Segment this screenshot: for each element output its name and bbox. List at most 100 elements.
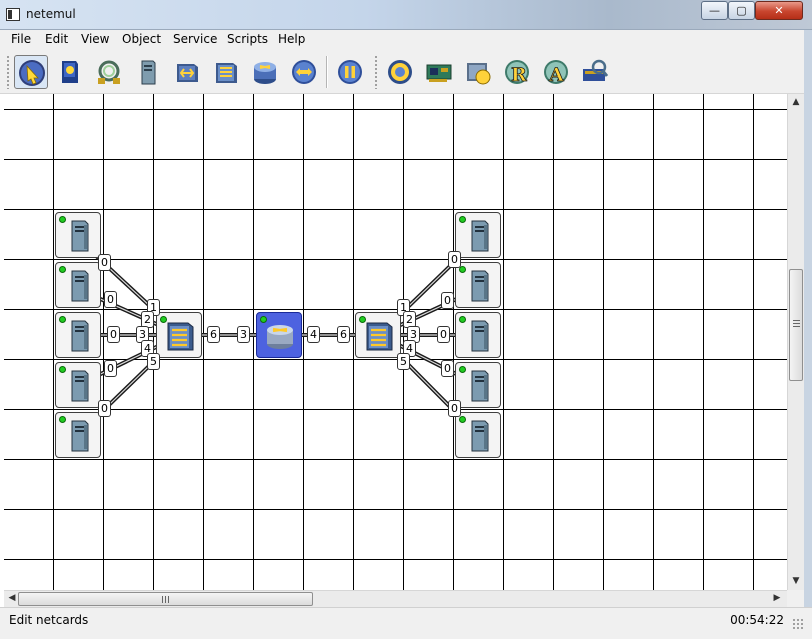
hub-icon (177, 64, 198, 82)
menu-scripts[interactable]: Scripts (227, 32, 268, 46)
scroll-up-arrow[interactable]: ▲ (789, 97, 803, 107)
note-tool-button[interactable] (53, 55, 87, 89)
port-label[interactable]: 0 (448, 251, 461, 268)
minimize-button[interactable]: — (701, 1, 728, 20)
port-label[interactable]: 5 (397, 353, 410, 370)
title-bar[interactable]: netemul — ▢ ✕ (0, 0, 812, 30)
computer-icon (471, 370, 489, 402)
toolbar-grip-2[interactable] (374, 55, 378, 89)
scroll-grip (793, 320, 800, 328)
rip-tool-button[interactable]: R (500, 55, 534, 89)
menu-help[interactable]: Help (278, 32, 305, 46)
port-label[interactable]: 0 (104, 360, 117, 377)
send-icon (292, 60, 316, 84)
computer-icon (71, 420, 89, 452)
computer-node[interactable] (455, 212, 501, 258)
table-tool-button[interactable] (578, 55, 612, 89)
menu-edit[interactable]: Edit (45, 32, 68, 46)
horizontal-scroll-thumb[interactable] (18, 592, 313, 606)
vertical-scroll-thumb[interactable] (789, 269, 803, 381)
letter-r-icon: R (505, 60, 529, 86)
status-time: 00:54:22 (730, 613, 784, 627)
computer-node[interactable] (455, 312, 501, 358)
settings-tool-button[interactable] (383, 55, 417, 89)
toolbar-grip[interactable] (6, 55, 10, 89)
switch-tool-button[interactable] (209, 55, 243, 89)
computer-icon (471, 270, 489, 302)
computer-node[interactable] (55, 212, 101, 258)
window-frame (804, 30, 812, 639)
computer-icon (141, 60, 156, 85)
menu-service[interactable]: Service (173, 32, 217, 46)
computer-node[interactable] (55, 412, 101, 458)
menu-file[interactable]: File (11, 32, 31, 46)
status-message: Edit netcards (9, 613, 89, 627)
switch-node[interactable] (156, 312, 202, 358)
computer-node[interactable] (55, 262, 101, 308)
resize-grip[interactable] (792, 618, 804, 630)
router-tool-button[interactable] (248, 55, 282, 89)
port-label[interactable]: 0 (441, 292, 454, 309)
port-label[interactable]: 0 (441, 360, 454, 377)
computer-node[interactable] (55, 312, 101, 358)
port-label[interactable]: 0 (98, 254, 111, 271)
maximize-button[interactable]: ▢ (728, 1, 755, 20)
computer-node[interactable] (455, 262, 501, 308)
port-label[interactable]: 0 (437, 326, 450, 343)
netcard-tool-button[interactable] (422, 55, 456, 89)
computer-icon (71, 370, 89, 402)
port-label[interactable]: 0 (98, 400, 111, 417)
send-tool-button[interactable] (287, 55, 321, 89)
toolbar-separator (326, 56, 328, 88)
router-node[interactable] (256, 312, 302, 358)
switch-icon (167, 322, 194, 351)
horizontal-scrollbar[interactable]: ◀ ▶ (4, 590, 787, 607)
hub-tool-button[interactable] (170, 55, 204, 89)
scroll-down-arrow[interactable]: ▼ (789, 576, 803, 586)
close-button[interactable]: ✕ (755, 1, 803, 20)
switch-icon (366, 322, 393, 351)
svg-text:R: R (511, 64, 527, 86)
computer-icon (471, 220, 489, 252)
port-label[interactable]: 6 (337, 326, 350, 343)
toolbar: R A (0, 50, 812, 94)
pointer-icon (19, 60, 45, 86)
status-bar: Edit netcards 00:54:22 (0, 607, 812, 639)
program-tool-button[interactable] (461, 55, 495, 89)
window-title: netemul (26, 7, 76, 21)
scroll-corner (787, 590, 804, 607)
computer-icon (71, 320, 89, 352)
scroll-left-arrow[interactable]: ◀ (5, 593, 19, 603)
cable-icon (98, 60, 120, 84)
app-window: netemul — ▢ ✕ File Edit View Object Serv… (0, 0, 812, 639)
menu-view[interactable]: View (81, 32, 109, 46)
pause-icon (338, 60, 362, 84)
cable-tool-button[interactable] (92, 55, 126, 89)
computer-tool-button[interactable] (131, 55, 165, 89)
switch-node[interactable] (355, 312, 401, 358)
port-label[interactable]: 3 (237, 326, 250, 343)
computer-icon (71, 220, 89, 252)
program-icon (467, 63, 491, 85)
computer-node[interactable] (55, 362, 101, 408)
port-label[interactable]: 4 (307, 326, 320, 343)
computer-node[interactable] (455, 362, 501, 408)
computer-node[interactable] (455, 412, 501, 458)
menu-bar: File Edit View Object Service Scripts He… (0, 30, 812, 50)
port-label[interactable]: 0 (107, 326, 120, 343)
computer-icon (71, 270, 89, 302)
port-label[interactable]: 0 (448, 400, 461, 417)
pause-tool-button[interactable] (333, 55, 367, 89)
menu-object[interactable]: Object (122, 32, 161, 46)
select-tool-button[interactable] (14, 55, 48, 89)
port-label[interactable]: 5 (147, 353, 160, 370)
port-label[interactable]: 6 (207, 326, 220, 343)
router-icon (254, 62, 276, 84)
table-icon (583, 59, 609, 81)
vertical-scrollbar[interactable]: ▲ ▼ (787, 94, 804, 590)
arp-tool-button[interactable]: A (539, 55, 573, 89)
scroll-right-arrow[interactable]: ▶ (770, 593, 784, 603)
router-icon (267, 325, 293, 349)
network-canvas[interactable]: 0 0 0 0 0 1 2 3 4 5 6 3 4 6 1 2 3 4 5 0 … (4, 94, 787, 590)
port-label[interactable]: 0 (104, 291, 117, 308)
